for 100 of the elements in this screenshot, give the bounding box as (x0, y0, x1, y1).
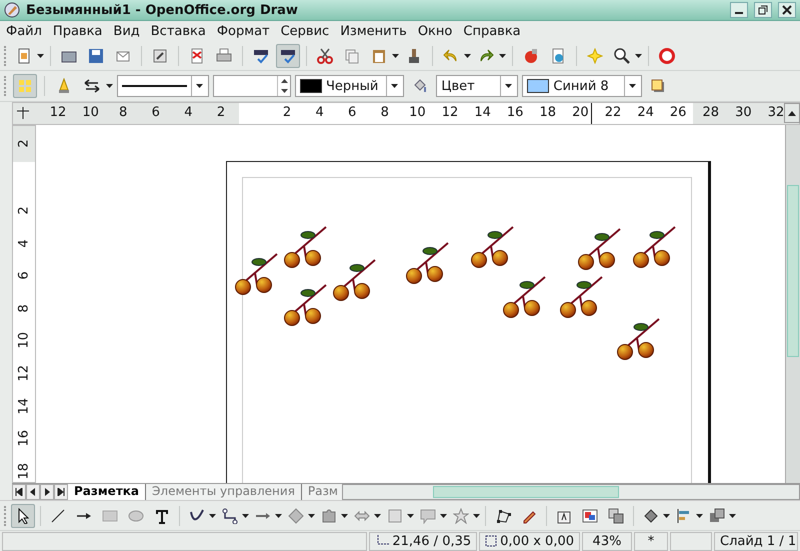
star-icon (453, 508, 469, 524)
ruler-label: 4 (184, 105, 193, 120)
caret-icon[interactable] (390, 84, 398, 88)
menu-item[interactable]: Вид (109, 24, 147, 38)
ruler-label: 10 (82, 105, 99, 120)
new-document-icon (16, 48, 32, 64)
draw-app-icon (4, 2, 20, 18)
rectangle-icon (102, 508, 118, 524)
line-color-dropdown[interactable]: Черный (295, 75, 404, 97)
caret-icon[interactable] (696, 514, 703, 518)
vertical-scrollbar[interactable] (785, 125, 800, 483)
spin-up-icon[interactable] (280, 79, 288, 83)
close-button[interactable] (778, 2, 796, 18)
undo-icon (443, 48, 459, 64)
sheet-tab[interactable]: Элементы управления (146, 484, 302, 500)
caret-icon[interactable] (440, 514, 447, 518)
caret-icon[interactable] (209, 514, 216, 518)
ruler-label: 2 (16, 138, 32, 150)
zoom-status: 43% (582, 532, 632, 550)
slide-status: Слайд 1 / 1 (714, 532, 798, 550)
gallery-icon (587, 48, 603, 64)
caret-icon[interactable] (473, 514, 480, 518)
sheet-nav-button[interactable] (40, 484, 54, 500)
window-title: Безымянный1 - OpenOffice.org Draw (26, 2, 298, 18)
points-edit-icon (495, 508, 511, 524)
skip-arrow-icon (15, 488, 23, 496)
ruler-label: 2 (282, 105, 292, 120)
caret-icon[interactable] (392, 54, 399, 58)
puzzle-icon (321, 508, 337, 524)
line-style-dropdown[interactable] (117, 75, 209, 97)
menu-item[interactable]: Правка (48, 24, 110, 38)
caret-icon[interactable] (464, 54, 471, 58)
ruler-label: 6 (152, 105, 160, 120)
caret-icon[interactable] (37, 54, 44, 58)
ruler-label: 8 (16, 303, 32, 314)
caret-icon[interactable] (106, 84, 113, 88)
menu-item[interactable]: Файл (2, 24, 49, 38)
paste-icon (371, 48, 387, 64)
toolbar-button[interactable] (276, 44, 300, 68)
caret-icon[interactable] (308, 514, 315, 518)
save-icon (88, 48, 104, 64)
sheet-tab[interactable]: Разм (302, 484, 342, 500)
caret-icon[interactable] (635, 54, 642, 58)
ruler-label: 12 (16, 366, 32, 382)
caret-icon[interactable] (504, 84, 512, 88)
ruler-label: 26 (670, 105, 686, 120)
caret-icon[interactable] (242, 514, 249, 518)
scroll-up-button[interactable] (784, 103, 800, 123)
menu-item[interactable]: Вставка (146, 24, 213, 38)
arrange-icon (709, 508, 725, 524)
horizontal-scrollbar[interactable] (342, 484, 800, 500)
spin-down-icon[interactable] (280, 89, 288, 93)
caret-icon[interactable] (499, 54, 506, 58)
caret-icon[interactable] (663, 514, 670, 518)
sheet-tab[interactable]: Разметка (68, 484, 146, 500)
menu-item[interactable]: Сервис (276, 24, 336, 38)
points-icon (17, 78, 33, 94)
caret-icon[interactable] (341, 514, 348, 518)
sheet-nav-button[interactable] (54, 484, 68, 500)
ruler-label: 4 (16, 238, 32, 250)
area-style-dropdown[interactable]: Цвет (436, 75, 518, 97)
sheet-nav-button[interactable] (26, 484, 40, 500)
from-file-icon (582, 508, 598, 524)
caret-icon[interactable] (374, 514, 381, 518)
fill-color-dropdown[interactable]: Синий 8 (522, 75, 642, 97)
menu-item[interactable]: Формат (212, 24, 277, 38)
menu-item[interactable]: Справка (459, 24, 528, 38)
draw-functions-icon (523, 48, 539, 64)
caret-icon[interactable] (729, 514, 736, 518)
extrusion-icon (608, 508, 624, 524)
connector-icon (222, 508, 238, 524)
cherries-drawing (560, 275, 604, 319)
maximize-button[interactable] (754, 2, 772, 18)
line-width-field[interactable] (213, 75, 291, 97)
edit-file-icon (152, 48, 168, 64)
menu-item[interactable]: Изменить (336, 24, 414, 38)
menu-item[interactable]: Окно (414, 24, 460, 38)
caret-icon[interactable] (628, 84, 636, 88)
ruler-label: 8 (380, 105, 389, 120)
navigator-icon (550, 48, 566, 64)
cherries-drawing (617, 317, 661, 361)
caret-icon[interactable] (275, 514, 282, 518)
ruler-label: 8 (119, 105, 128, 120)
toolbar-button[interactable] (11, 504, 35, 528)
ruler-label: 30 (735, 105, 752, 120)
caret-icon[interactable] (196, 84, 202, 88)
sheet-nav-button[interactable] (12, 484, 26, 500)
cherries-drawing (503, 275, 547, 319)
ruler-label: 16 (506, 105, 524, 120)
ruler-label: 6 (16, 270, 32, 282)
curve-icon (189, 508, 205, 524)
ruler-label: 20 (572, 105, 589, 120)
ruler-label: 10 (409, 105, 426, 120)
help-icon (659, 48, 675, 64)
caret-icon[interactable] (407, 514, 414, 518)
align-icon (676, 508, 692, 524)
minimize-button[interactable] (730, 2, 748, 18)
ruler-label: 24 (637, 105, 654, 120)
copy-icon (344, 48, 360, 64)
ruler-label: 6 (348, 105, 356, 120)
